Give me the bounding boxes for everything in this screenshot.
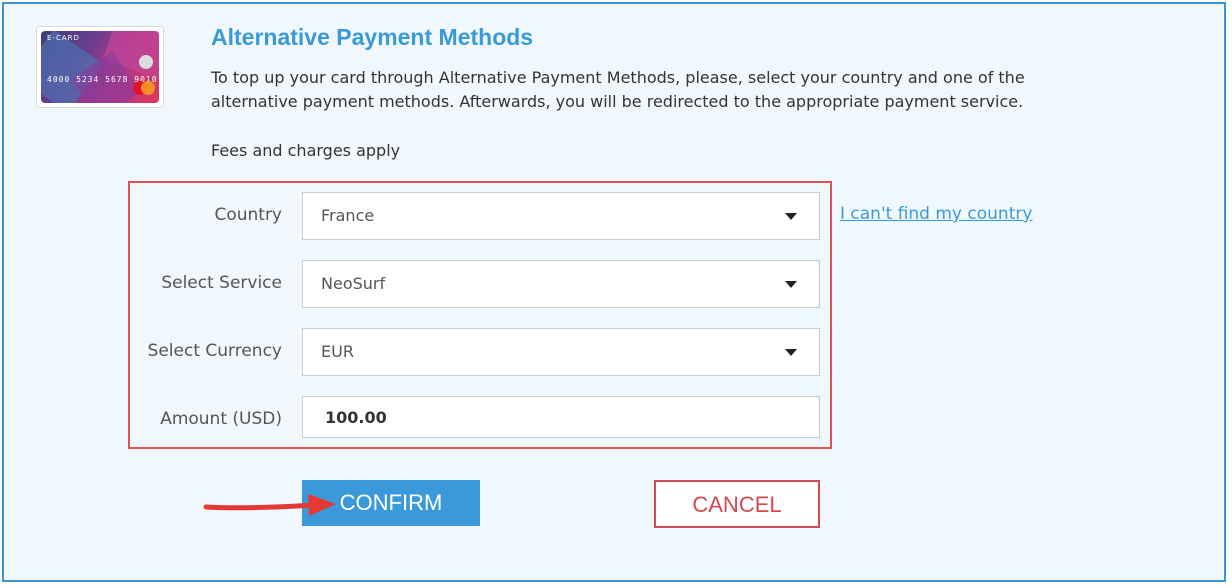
- chevron-down-icon: [785, 281, 797, 288]
- service-label: Select Service: [161, 273, 282, 293]
- amount-value: 100.00: [325, 408, 387, 427]
- country-value: France: [321, 206, 375, 225]
- amount-input[interactable]: 100.00: [302, 396, 820, 438]
- currency-label: Select Currency: [147, 341, 282, 361]
- card-brand-text: E-CARD: [47, 34, 80, 42]
- currency-select[interactable]: EUR: [302, 328, 820, 376]
- cancel-button[interactable]: CANCEL: [654, 480, 820, 528]
- country-label: Country: [214, 205, 282, 225]
- service-select[interactable]: NeoSurf: [302, 260, 820, 308]
- cant-find-country-link[interactable]: I can't find my country: [840, 204, 1032, 224]
- card-hologram: [139, 55, 153, 69]
- mastercard-logo-icon: [133, 81, 155, 95]
- red-arrow-icon: [203, 494, 336, 516]
- prepaid-card-icon: E-CARD 4000 5234 5678 9010: [41, 31, 159, 103]
- fees-note: Fees and charges apply: [211, 141, 401, 160]
- amount-label: Amount (USD): [160, 409, 282, 429]
- service-value: NeoSurf: [321, 274, 386, 293]
- chevron-down-icon: [785, 349, 797, 356]
- country-select[interactable]: France: [302, 192, 820, 240]
- page-title: Alternative Payment Methods: [211, 24, 534, 50]
- currency-value: EUR: [321, 342, 354, 361]
- card-thumbnail: E-CARD 4000 5234 5678 9010: [36, 26, 164, 108]
- chevron-down-icon: [785, 213, 797, 220]
- page-description: To top up your card through Alternative …: [211, 68, 1025, 111]
